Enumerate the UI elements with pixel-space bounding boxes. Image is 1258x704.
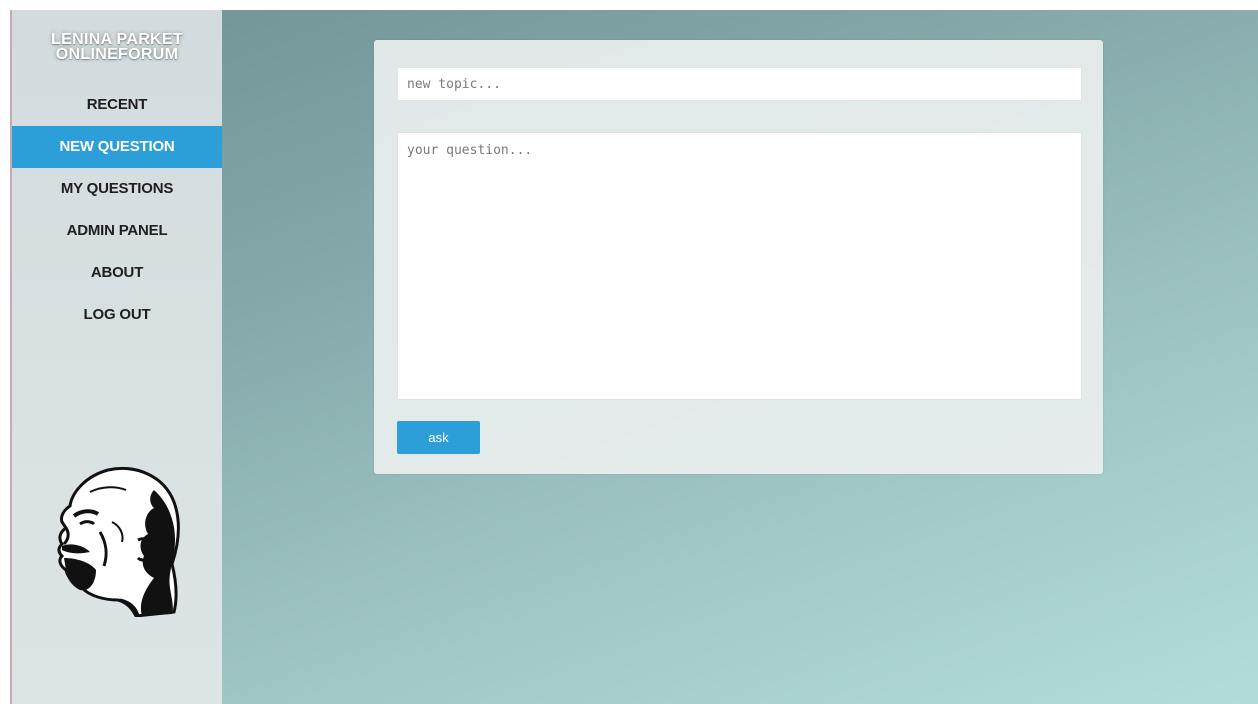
page-background: LENINA PARKET ONLINEFORUM RECENT NEW QUE…: [10, 10, 1258, 704]
topic-input[interactable]: [397, 67, 1082, 101]
site-title-line2: ONLINEFORUM: [55, 46, 179, 63]
nav-item-log-out[interactable]: LOG OUT: [12, 294, 222, 336]
sidebar: LENINA PARKET ONLINEFORUM RECENT NEW QUE…: [10, 10, 222, 704]
nav-item-new-question[interactable]: NEW QUESTION: [12, 126, 222, 168]
ask-button[interactable]: ask: [397, 421, 480, 454]
lenin-portrait-icon: [57, 467, 180, 617]
nav-item-about[interactable]: ABOUT: [12, 252, 222, 294]
site-title-line1: LENINA PARKET: [51, 31, 183, 48]
nav-item-recent[interactable]: RECENT: [12, 84, 222, 126]
nav-item-my-questions[interactable]: MY QUESTIONS: [12, 168, 222, 210]
sidebar-nav: RECENT NEW QUESTION MY QUESTIONS ADMIN P…: [12, 84, 222, 336]
site-title: LENINA PARKET ONLINEFORUM: [12, 31, 222, 63]
new-question-panel: ask: [374, 40, 1103, 474]
nav-item-admin-panel[interactable]: ADMIN PANEL: [12, 210, 222, 252]
question-textarea[interactable]: [397, 132, 1082, 400]
